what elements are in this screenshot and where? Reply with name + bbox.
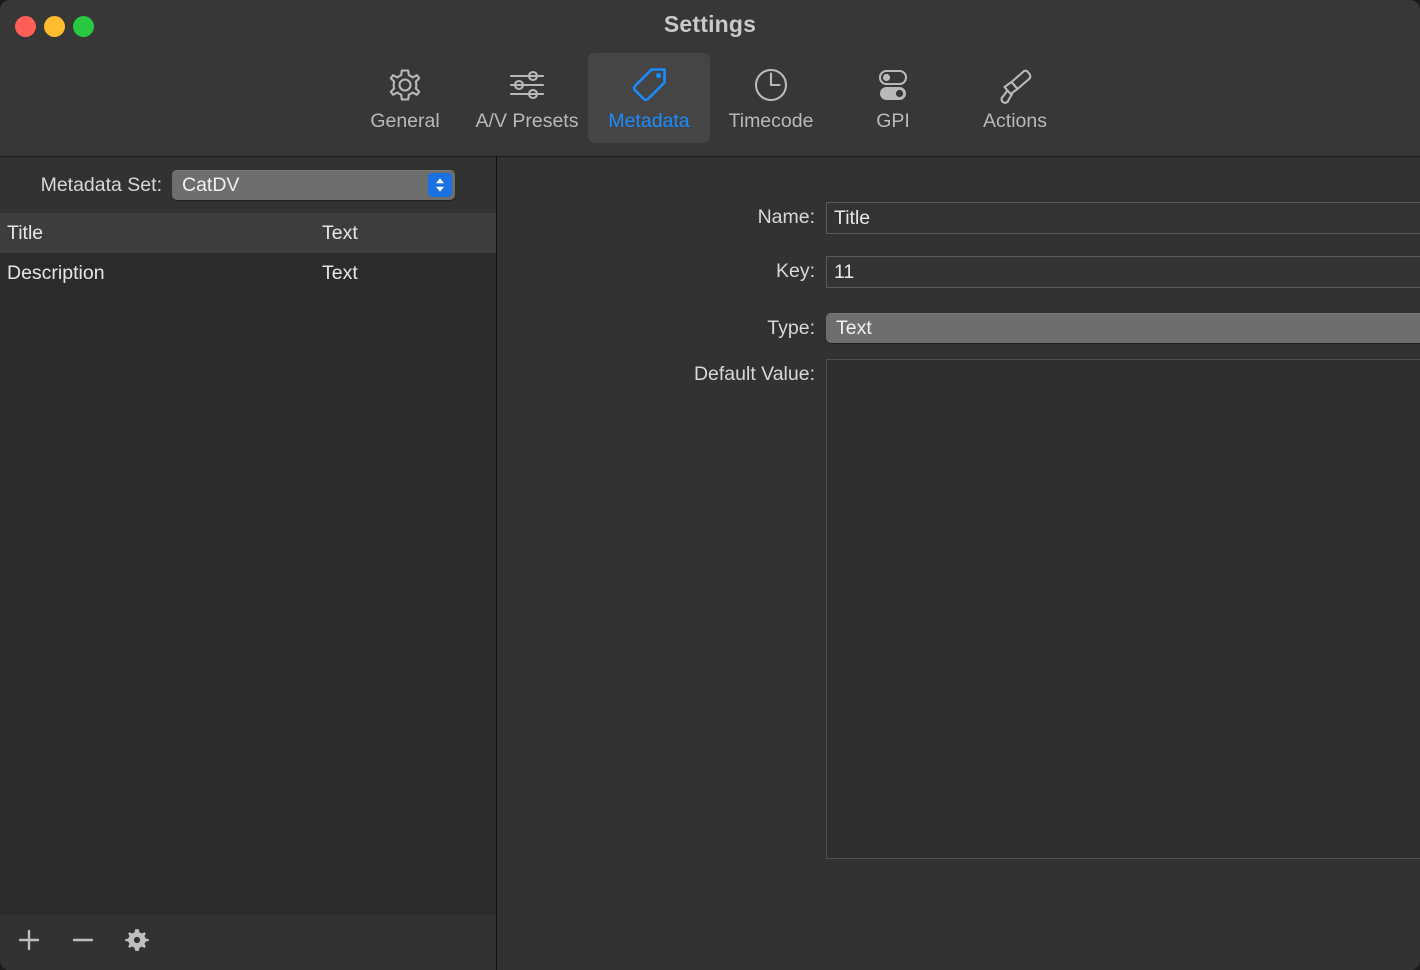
tab-timecode[interactable]: Timecode	[710, 53, 832, 143]
tab-metadata-label: Metadata	[608, 110, 690, 132]
name-label: Name:	[757, 206, 815, 228]
default-value-label: Default Value:	[693, 363, 815, 385]
metadata-set-value: CatDV	[182, 173, 240, 196]
tab-general-label: General	[370, 110, 440, 132]
field-type: Text	[322, 221, 358, 244]
metadata-set-label: Metadata Set:	[40, 173, 162, 196]
tab-av-presets[interactable]: A/V Presets	[466, 53, 588, 143]
toggles-icon	[871, 63, 915, 107]
tab-gpi[interactable]: GPI	[832, 53, 954, 143]
tab-actions-label: Actions	[983, 110, 1047, 132]
window-body: Metadata Set: CatDV Title Text Descripti…	[0, 157, 1420, 970]
window-toolbar: Settings General A/V Presets Metadata Ti…	[0, 0, 1420, 157]
settings-window: Settings General A/V Presets Metadata Ti…	[0, 0, 1420, 970]
field-settings-button[interactable]	[122, 927, 152, 957]
type-dropdown[interactable]: Text	[826, 313, 1420, 343]
tab-general[interactable]: General	[344, 53, 466, 143]
toolbar-tabs: General A/V Presets Metadata Timecode GP…	[0, 53, 1420, 143]
key-input[interactable]	[826, 256, 1420, 288]
field-list-toolbar	[0, 913, 496, 970]
field-detail-panel: Name: Key: Type: Text	[497, 157, 1420, 970]
key-label: Key:	[775, 260, 815, 282]
tag-icon	[627, 63, 671, 107]
metadata-field-list[interactable]: Title Text Description Text	[0, 213, 496, 913]
spraycan-icon	[993, 63, 1037, 107]
default-value-textarea[interactable]	[826, 359, 1420, 859]
plus-icon	[15, 926, 43, 959]
type-row: Type: Text	[633, 313, 1420, 343]
chevron-up-down-icon	[428, 173, 452, 197]
field-type: Text	[322, 261, 358, 284]
remove-field-button[interactable]	[68, 927, 98, 957]
metadata-fields-panel: Metadata Set: CatDV Title Text Descripti…	[0, 157, 497, 970]
metadata-set-dropdown[interactable]: CatDV	[172, 170, 455, 200]
tab-timecode-label: Timecode	[728, 110, 814, 132]
name-input[interactable]	[826, 202, 1420, 234]
minus-icon	[69, 926, 97, 959]
metadata-set-row: Metadata Set: CatDV	[0, 157, 496, 213]
sliders-icon	[505, 63, 549, 107]
tab-metadata[interactable]: Metadata	[588, 53, 710, 143]
field-name: Title	[7, 221, 44, 244]
gear-icon	[123, 926, 151, 959]
tab-gpi-label: GPI	[876, 110, 910, 132]
tab-actions[interactable]: Actions	[954, 53, 1076, 143]
tab-av-presets-label: A/V Presets	[475, 110, 579, 132]
name-row: Name:	[633, 202, 1420, 234]
table-row[interactable]: Title Text	[0, 213, 496, 253]
key-row: Key:	[633, 256, 1420, 288]
field-name: Description	[7, 261, 105, 284]
gear-icon	[383, 63, 427, 107]
type-label: Type:	[767, 317, 815, 339]
add-field-button[interactable]	[14, 927, 44, 957]
window-title: Settings	[663, 11, 757, 37]
default-value-row: Default Value:	[633, 359, 1420, 859]
table-row[interactable]: Description Text	[0, 253, 496, 293]
clock-icon	[749, 63, 793, 107]
type-value: Text	[836, 316, 872, 339]
